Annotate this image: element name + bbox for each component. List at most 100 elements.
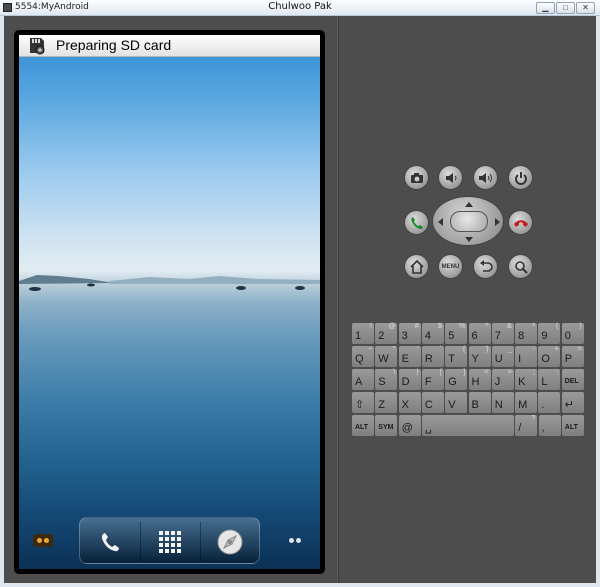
power-button[interactable] [508,165,533,190]
status-notification-text: Preparing SD card [56,37,172,53]
key-shift[interactable]: ⇧ [352,392,374,413]
key-shift-label: ] [463,369,466,376]
key-shift-label: ` [439,346,442,353]
key-b[interactable]: B [468,392,491,413]
key-4[interactable]: 4 $ [421,323,444,344]
camera-button[interactable] [404,165,429,190]
minimize-button[interactable]: ▁ [536,2,555,14]
key-label: ALT [355,424,369,431]
key-shift-label: % [458,323,466,330]
home-button[interactable] [404,254,429,279]
volume-down-icon [445,172,456,183]
dock-browser-button[interactable] [201,523,259,560]
key-label: S [378,376,386,388]
maximize-button[interactable]: □ [556,2,575,14]
dpad[interactable] [432,196,504,246]
key-p[interactable]: P = [561,346,584,367]
key-a[interactable]: A [352,369,374,390]
key-/[interactable]: /? [515,415,538,436]
key-j[interactable]: J > [491,369,514,390]
minimize-icon: ▁ [542,3,549,12]
key-x[interactable]: X [398,392,421,413]
key-c[interactable]: C [421,392,444,413]
key-5[interactable]: 5% [445,323,468,344]
key-z[interactable]: Z [375,392,398,413]
key-space[interactable]: ␣ [421,415,514,436]
key-label: D [401,376,410,388]
title-bar[interactable]: 5554:MyAndroid Chulwoo Pak ▁ □ ✕ [0,0,600,16]
key-l[interactable]: L: [538,369,561,390]
key-@[interactable]: @ [398,415,421,436]
close-button[interactable]: ✕ [576,2,595,14]
page-indicator-icon[interactable] [288,537,304,545]
key-n[interactable]: N [491,392,514,413]
back-button[interactable] [473,254,498,279]
key-w[interactable]: W " [375,346,398,367]
key-f[interactable]: F[ [421,369,444,390]
key-d[interactable]: D | [398,369,421,390]
key-label: W [378,353,389,365]
key-shift-label: - [532,346,536,353]
key-1[interactable]: 1! [352,323,374,344]
notification-dots-icon[interactable] [33,534,53,547]
key-label: ↵ [564,399,574,411]
key-u[interactable]: U _ [491,346,514,367]
key-r[interactable]: R ` [421,346,444,367]
status-bar[interactable]: Preparing SD card [19,35,320,57]
window-frame-bottom [0,583,600,587]
phone-screen[interactable]: Preparing SD card [19,35,320,569]
key-del[interactable]: DEL [561,369,584,390]
key-shift-label: ( [556,323,559,330]
menu-button[interactable]: MENU [438,254,463,279]
key-,[interactable]: , [538,415,561,436]
key-v[interactable]: V [445,392,468,413]
call-button[interactable] [404,210,429,235]
key-shift-label: _ [507,346,512,353]
key-shift-label: [ [439,369,442,376]
key-8[interactable]: 8 * [515,323,538,344]
key-3[interactable]: 3 # [398,323,421,344]
key-alt[interactable]: ALT [561,415,584,436]
key-0[interactable]: 0) [561,323,584,344]
key-6[interactable]: 6 ^ [468,323,491,344]
hardware-keyboard: 1! 2 @3 #4 $5% 6 ^ 7 & 8 * 9(0) Q ~ W " E ' R ` T{Y} U _ I - O + P =… [352,323,584,436]
key-9[interactable]: 9( [538,323,561,344]
key-label: 3 [401,330,408,342]
volume-up-button[interactable] [473,165,498,190]
maximize-icon: □ [563,3,568,12]
key-label: N [494,399,503,411]
key-label: I [518,353,522,365]
volume-down-button[interactable] [438,165,463,190]
key-k[interactable]: K; [515,369,538,390]
key-e[interactable]: E ' [398,346,421,367]
key-s[interactable]: S \ [375,369,398,390]
back-icon [479,259,493,272]
key-label: ALT [564,424,578,431]
key-q[interactable]: Q ~ [352,346,374,367]
key-.[interactable]: . [538,392,561,413]
key-shift-label: ! [370,323,372,330]
key-label: Z [378,399,386,411]
key-shift-label: ) [579,323,582,330]
key-o[interactable]: O + [538,346,561,367]
dock-phone-button[interactable] [81,523,139,560]
call-icon [410,216,423,229]
key-m[interactable]: M [515,392,538,413]
search-button[interactable] [508,254,533,279]
key-alt[interactable]: ALT [352,415,374,436]
key-shift-label: < [484,369,489,376]
key-g[interactable]: G] [445,369,468,390]
dpad-center-button[interactable] [450,211,488,232]
dock-app-drawer-button[interactable] [141,523,199,560]
key-t[interactable]: T{ [445,346,468,367]
key-enter[interactable]: ↵ [561,392,584,413]
key-sym[interactable]: SYM [375,415,398,436]
key-label: F [424,376,432,388]
key-y[interactable]: Y} [468,346,491,367]
end-call-button[interactable] [508,210,533,235]
key-h[interactable]: H < [468,369,491,390]
key-7[interactable]: 7 & [491,323,514,344]
key-2[interactable]: 2 @ [375,323,398,344]
key-label: L [541,376,548,388]
key-i[interactable]: I- [515,346,538,367]
